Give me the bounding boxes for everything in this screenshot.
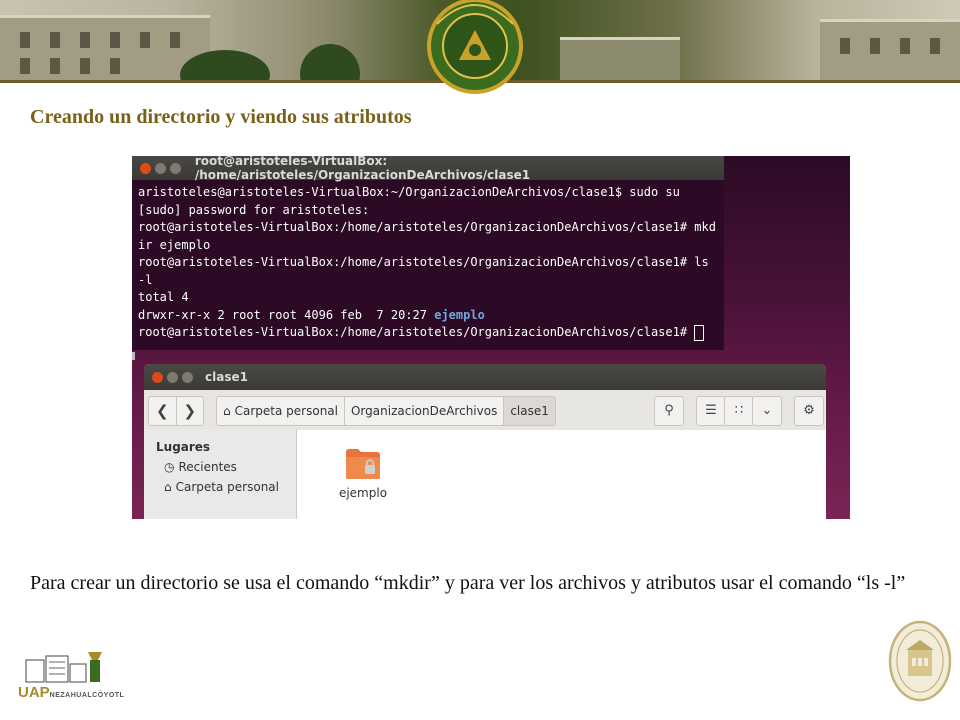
maximize-button[interactable] bbox=[182, 371, 193, 383]
breadcrumb-label: clase1 bbox=[510, 404, 549, 418]
terminal-line: root@aristoteles-VirtualBox:/home/aristo… bbox=[138, 220, 716, 234]
building-right bbox=[820, 19, 960, 80]
grid-view-icon[interactable]: ∷ bbox=[724, 396, 754, 426]
home-icon: ⌂ bbox=[164, 480, 172, 494]
uap-logo-text: UAPNEZAHUALCÓYOTL bbox=[18, 684, 124, 701]
clock-icon: ◷ bbox=[164, 460, 175, 474]
terminal-window: root@aristoteles-VirtualBox: /home/arist… bbox=[132, 156, 724, 350]
minimize-button[interactable] bbox=[167, 371, 178, 383]
breadcrumb-clase1[interactable]: clase1 bbox=[503, 397, 555, 425]
file-manager-title: clase1 bbox=[205, 370, 248, 384]
breadcrumb-organizacion[interactable]: OrganizacionDeArchivos bbox=[343, 397, 503, 425]
search-icon[interactable]: ⚲ bbox=[654, 396, 684, 426]
terminal-line: ir ejemplo bbox=[138, 237, 211, 252]
terminal-line: [sudo] password for aristoteles: bbox=[138, 202, 370, 217]
home-icon: ⌂ bbox=[223, 404, 231, 418]
minimize-button[interactable] bbox=[154, 162, 166, 174]
close-button[interactable] bbox=[140, 162, 151, 174]
terminal-output[interactable]: aristoteles@aristoteles-VirtualBox:~/Org… bbox=[132, 180, 724, 346]
listing-attributes: drwxr-xr-x 2 root root 4096 feb 7 20:27 bbox=[138, 307, 435, 322]
university-seal-icon bbox=[427, 0, 523, 94]
terminal-prompt-line: root@aristoteles-VirtualBox:/home/aristo… bbox=[138, 324, 718, 342]
terminal-line: -l bbox=[138, 272, 153, 287]
terminal-prompt: root@aristoteles-VirtualBox:/home/aristo… bbox=[138, 325, 695, 339]
file-view: ejemplo bbox=[297, 430, 826, 519]
terminal-title: root@aristoteles-VirtualBox: /home/arist… bbox=[194, 156, 531, 182]
uap-wordmark: UAP bbox=[18, 684, 50, 701]
sidebar-heading: Lugares bbox=[156, 440, 211, 454]
slide-caption: Para crear un directorio se usa el coman… bbox=[30, 572, 906, 594]
anniversary-medal-icon bbox=[888, 620, 952, 702]
navigation-buttons: ❮ ❯ bbox=[148, 396, 204, 426]
breadcrumb-home[interactable]: ⌂ Carpeta personal bbox=[217, 397, 344, 425]
breadcrumb: ⌂ Carpeta personal OrganizacionDeArchivo… bbox=[216, 396, 556, 426]
slide-title: Creando un directorio y viendo sus atrib… bbox=[30, 106, 412, 128]
listing-directory-name: ejemplo bbox=[434, 307, 485, 322]
sidebar-item-recientes[interactable]: ◷ Recientes bbox=[164, 460, 296, 474]
chevron-down-icon[interactable]: ⌄ bbox=[752, 396, 782, 426]
terminal-line: root@aristoteles-VirtualBox:/home/aristo… bbox=[138, 255, 709, 269]
sidebar-item-label: Recientes bbox=[178, 460, 237, 474]
gear-icon[interactable]: ⚙ bbox=[794, 396, 824, 426]
building-left bbox=[0, 15, 210, 80]
uap-subtitle: NEZAHUALCÓYOTL bbox=[49, 692, 125, 699]
close-button[interactable] bbox=[152, 371, 163, 383]
sidebar-item-carpeta-personal[interactable]: ⌂ Carpeta personal bbox=[164, 480, 296, 494]
window-edge-handle bbox=[132, 352, 135, 360]
file-manager-toolbar: ❮ ❯ ⌂ Carpeta personal OrganizacionDeArc… bbox=[144, 390, 826, 431]
breadcrumb-label: OrganizacionDeArchivos bbox=[350, 404, 498, 418]
list-view-icon[interactable]: ☰ bbox=[696, 396, 726, 426]
sidebar-item-label: Carpeta personal bbox=[175, 480, 279, 494]
terminal-listing-line: drwxr-xr-x 2 root root 4096 feb 7 20:27 … bbox=[138, 307, 718, 325]
terminal-cursor bbox=[694, 324, 705, 341]
terminal-line: aristoteles@aristoteles-VirtualBox:~/Org… bbox=[138, 185, 680, 199]
sidebar: Lugares ◷ Recientes ⌂ Carpeta personal bbox=[144, 430, 297, 519]
forward-arrow-icon[interactable]: ❯ bbox=[175, 397, 204, 425]
back-arrow-icon[interactable]: ❮ bbox=[149, 397, 176, 425]
desktop-screenshot: root@aristoteles-VirtualBox: /home/arist… bbox=[132, 156, 850, 519]
file-name-label: ejemplo bbox=[338, 486, 388, 500]
file-manager-window: clase1 ❮ ❯ ⌂ Carpeta personal Organizaci… bbox=[144, 364, 826, 519]
locked-folder-icon[interactable] bbox=[345, 446, 381, 480]
maximize-button[interactable] bbox=[169, 162, 181, 174]
terminal-line: total 4 bbox=[138, 290, 189, 304]
terminal-titlebar: root@aristoteles-VirtualBox: /home/arist… bbox=[132, 156, 724, 182]
file-manager-titlebar: clase1 bbox=[144, 364, 826, 390]
breadcrumb-label: Carpeta personal bbox=[234, 404, 338, 418]
